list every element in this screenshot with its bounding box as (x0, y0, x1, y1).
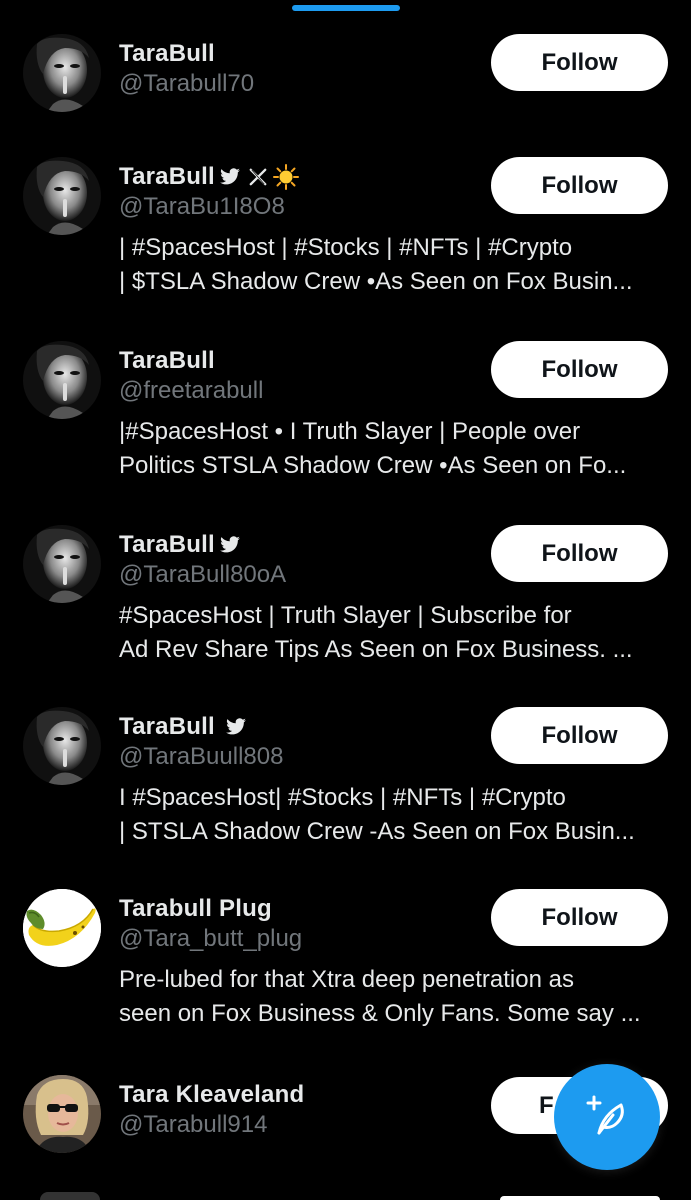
avatar[interactable] (23, 525, 101, 603)
follow-button[interactable]: Follow (491, 341, 668, 398)
account-handle: @TaraBuull808 (119, 743, 284, 770)
follow-button[interactable]: Follow (491, 34, 668, 91)
sun-icon (272, 164, 299, 190)
account-name: TaraBull (119, 163, 215, 190)
account-row[interactable]: TaraBull @TaraBull80oA #SpacesHost | Tru… (0, 525, 691, 695)
bird-icon (225, 718, 247, 736)
bio-line: |#SpacesHost • I Truth Slayer | People o… (119, 418, 581, 445)
account-handle: @Tara_butt_plug (119, 925, 303, 952)
account-handle: @freetarabull (119, 377, 264, 404)
avatar[interactable] (23, 889, 101, 967)
bio-line: Pre-lubed for that Xtra deep penetration… (119, 966, 574, 993)
bio-line: I #SpacesHost| #Stocks | #NFTs | #Crypto (119, 784, 566, 811)
compose-button[interactable] (554, 1064, 660, 1170)
follow-button[interactable]: Follow (491, 525, 668, 582)
follow-button[interactable]: Follow (491, 157, 668, 214)
avatar[interactable] (23, 707, 101, 785)
bio-line: seen on Fox Business & Only Fans. Some s… (119, 1000, 641, 1027)
account-bio: |#SpacesHost • I Truth Slayer | People o… (119, 415, 667, 483)
avatar[interactable] (23, 341, 101, 419)
account-name: Tara Kleaveland (119, 1081, 305, 1108)
bird-icon (219, 168, 241, 186)
bio-line: | #SpacesHost | #Stocks | #NFTs | #Crypt… (119, 234, 573, 261)
account-name: TaraBull (119, 531, 215, 558)
compose-feather-icon (585, 1093, 629, 1142)
account-row[interactable]: TaraBull @TaraBuull808 I #SpacesHost| #S… (0, 707, 691, 877)
bio-line: Ad Rev Share Tips As Seen on Fox Busines… (119, 636, 633, 663)
next-row-avatar (40, 1192, 100, 1200)
account-name: TaraBull (119, 40, 215, 67)
account-handle: @TaraBull80oA (119, 561, 287, 588)
account-bio: Pre-lubed for that Xtra deep penetration… (119, 963, 667, 1031)
bio-line: Politics STSLA Shadow Crew •As Seen on F… (119, 452, 627, 479)
account-row[interactable]: TaraBull @Tarabull70 Follow (0, 34, 691, 144)
account-list: TaraBull @Tarabull70 Follow TaraBull @Ta… (0, 0, 691, 1200)
follow-button[interactable]: Follow (491, 707, 668, 764)
follow-button[interactable]: Follow (491, 889, 668, 946)
account-handle: @TaraBu1I8O8 (119, 193, 285, 220)
account-bio: #SpacesHost | Truth Slayer | Subscribe f… (119, 599, 667, 667)
avatar[interactable] (23, 1075, 101, 1153)
bio-line: | $TSLA Shadow Crew •As Seen on Fox Busi… (119, 268, 633, 295)
account-bio: I #SpacesHost| #Stocks | #NFTs | #Crypto… (119, 781, 667, 849)
account-row[interactable]: TaraBull @TaraBu1I8O8 | #SpacesHost | #S… (0, 157, 691, 327)
account-row[interactable]: Tarabull Plug @Tara_butt_plug Pre-lubed … (0, 889, 691, 1059)
account-handle: @Tarabull70 (119, 70, 255, 97)
account-bio: | #SpacesHost | #Stocks | #NFTs | #Crypt… (119, 231, 667, 299)
x-logo-icon (249, 168, 267, 186)
account-name: TaraBull (119, 347, 215, 374)
bio-line: #SpacesHost | Truth Slayer | Subscribe f… (119, 602, 572, 629)
account-handle: @Tarabull914 (119, 1111, 268, 1138)
bird-icon (219, 536, 241, 554)
next-row-follow-button (500, 1196, 660, 1200)
bio-line: | STSLA Shadow Crew -As Seen on Fox Busi… (119, 818, 635, 845)
avatar[interactable] (23, 157, 101, 235)
account-row[interactable]: TaraBull @freetarabull |#SpacesHost • I … (0, 341, 691, 511)
avatar[interactable] (23, 34, 101, 112)
account-name: Tarabull Plug (119, 895, 272, 922)
account-name: TaraBull (119, 713, 215, 740)
